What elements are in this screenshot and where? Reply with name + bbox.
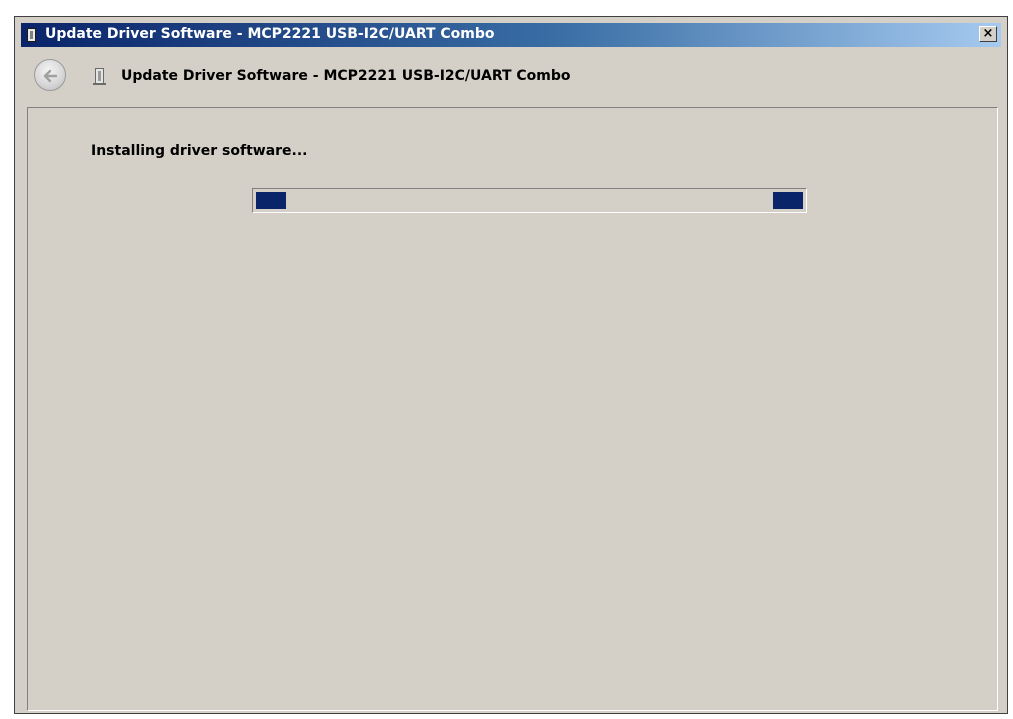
close-button[interactable]: × [979, 26, 997, 42]
close-icon: × [982, 26, 994, 41]
back-arrow-icon [43, 69, 58, 83]
page-title: Update Driver Software - MCP2221 USB-I2C… [121, 68, 571, 84]
progress-block-right [773, 192, 803, 209]
progress-block-left [256, 192, 286, 209]
usb-device-icon [93, 68, 106, 85]
update-driver-dialog: Update Driver Software - MCP2221 USB-I2C… [14, 16, 1008, 714]
window-title: Update Driver Software - MCP2221 USB-I2C… [45, 26, 495, 42]
progress-bar [252, 188, 807, 213]
content-panel: Installing driver software... [27, 107, 998, 711]
back-button[interactable] [34, 59, 66, 91]
device-icon [27, 28, 36, 42]
title-bar[interactable]: Update Driver Software - MCP2221 USB-I2C… [21, 23, 1001, 47]
status-text: Installing driver software... [91, 143, 308, 159]
